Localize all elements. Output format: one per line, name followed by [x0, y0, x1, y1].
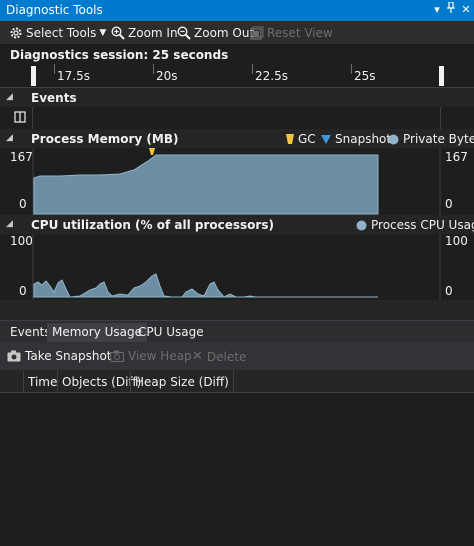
session-label: Diagnostics session: 25 seconds [10, 48, 229, 62]
session-header: Diagnostics session: 25 seconds [0, 44, 474, 64]
snapshot-grid-header: Time Objects (Diff) Heap Size (Diff) [0, 371, 474, 393]
process-cpu-dot-icon [356, 220, 367, 230]
view-heap-label: View Heap [128, 349, 192, 363]
select-tools-button[interactable]: Select Tools ▼ [9, 24, 106, 42]
legend-process-cpu: Process CPU Usage [356, 218, 474, 232]
memory-plot: 167 0 167 0 [0, 148, 474, 215]
delete-icon: ✕ [192, 349, 203, 364]
reset-view-icon [250, 26, 264, 40]
memory-graph [32, 148, 441, 215]
collapse-arrow-icon[interactable]: ◢ [6, 133, 13, 143]
snapshot-grid-body [0, 393, 474, 546]
tab-cpu-usage[interactable]: CPU Usage [133, 323, 209, 342]
zoom-out-button[interactable]: Zoom Out [177, 24, 254, 42]
ruler-tick-label: 25s [354, 69, 376, 83]
gc-marker-icon [286, 134, 294, 144]
view-heap-button[interactable]: View Heap [110, 349, 192, 363]
ruler-tick-label: 22.5s [255, 69, 288, 83]
events-title: Events [31, 91, 77, 105]
zoom-in-icon [111, 26, 125, 40]
select-tools-label: Select Tools [26, 26, 97, 40]
take-snapshot-label: Take Snapshot [25, 349, 112, 363]
events-section-header[interactable]: ◢ Events [0, 89, 474, 107]
ruler-left-handle[interactable] [31, 66, 36, 86]
gear-icon [9, 26, 23, 40]
cpu-section-header[interactable]: ◢ CPU utilization (% of all processors) … [0, 216, 474, 234]
ruler-tick [153, 64, 154, 74]
camera-icon [7, 350, 21, 362]
events-track [0, 107, 474, 129]
reset-view-label: Reset View [267, 26, 333, 40]
chevron-down-icon: ▼ [99, 28, 107, 38]
gc-marker [149, 148, 155, 155]
legend-private-bytes-label: Private Bytes [403, 132, 474, 146]
divider [32, 107, 33, 129]
column-heap-size-diff[interactable]: Heap Size (Diff) [130, 371, 234, 393]
legend-gc: GC [286, 132, 316, 146]
tab-memory-usage[interactable]: Memory Usage [47, 323, 148, 342]
splitter[interactable] [0, 300, 474, 320]
zoom-out-icon [177, 26, 191, 40]
memory-toolbar: Take Snapshot View Heap ✕ Delete [0, 342, 474, 370]
legend-process-cpu-label: Process CPU Usage [371, 218, 474, 232]
window-title: Diagnostic Tools [6, 3, 103, 17]
zoom-in-label: Zoom In [128, 26, 178, 40]
pin-icon[interactable] [443, 1, 459, 18]
toolbar: Select Tools ▼ Zoom In Zoom Out Reset Vi… [0, 21, 474, 44]
cpu-title: CPU utilization (% of all processors) [31, 218, 274, 232]
take-snapshot-button[interactable]: Take Snapshot [7, 349, 112, 363]
memory-section-header[interactable]: ◢ Process Memory (MB) GC Snapshot Privat… [0, 130, 474, 148]
title-bar: Diagnostic Tools ▾ ✕ [0, 0, 474, 21]
ruler-right-handle[interactable] [439, 66, 444, 86]
cpu-graph [32, 234, 441, 300]
private-bytes-dot-icon [388, 134, 399, 144]
zoom-in-button[interactable]: Zoom In [111, 24, 178, 42]
legend-snapshot: Snapshot [321, 132, 391, 146]
legend-snapshot-label: Snapshot [335, 132, 392, 146]
timeline-ruler[interactable]: 17.5s 20s 22.5s 25s [0, 64, 474, 88]
process-cpu-area [33, 273, 378, 298]
cpu-plot: 100 0 100 0 [0, 234, 474, 300]
zoom-out-label: Zoom Out [194, 26, 255, 40]
legend-gc-label: GC [298, 132, 316, 146]
private-bytes-area [33, 154, 379, 215]
view-heap-icon [110, 350, 124, 362]
close-icon[interactable]: ✕ [458, 2, 474, 18]
snapshot-marker-icon [321, 134, 331, 144]
pause-icon[interactable] [14, 111, 26, 126]
ruler-tick [351, 64, 352, 74]
column-time[interactable]: Time [23, 371, 61, 393]
memory-title: Process Memory (MB) [31, 132, 179, 146]
delete-button[interactable]: ✕ Delete [192, 349, 246, 364]
legend-private-bytes: Private Bytes [388, 132, 474, 146]
ruler-tick [54, 64, 55, 74]
reset-view-button[interactable]: Reset View [250, 24, 333, 42]
ruler-tick-label: 17.5s [57, 69, 90, 83]
divider [440, 107, 441, 129]
ruler-tick [252, 64, 253, 74]
bottom-tab-bar: Events Memory Usage CPU Usage [0, 320, 474, 342]
collapse-arrow-icon[interactable]: ◢ [6, 219, 13, 229]
ruler-tick-label: 20s [156, 69, 178, 83]
delete-label: Delete [206, 349, 247, 364]
collapse-arrow-icon[interactable]: ◢ [6, 92, 13, 102]
